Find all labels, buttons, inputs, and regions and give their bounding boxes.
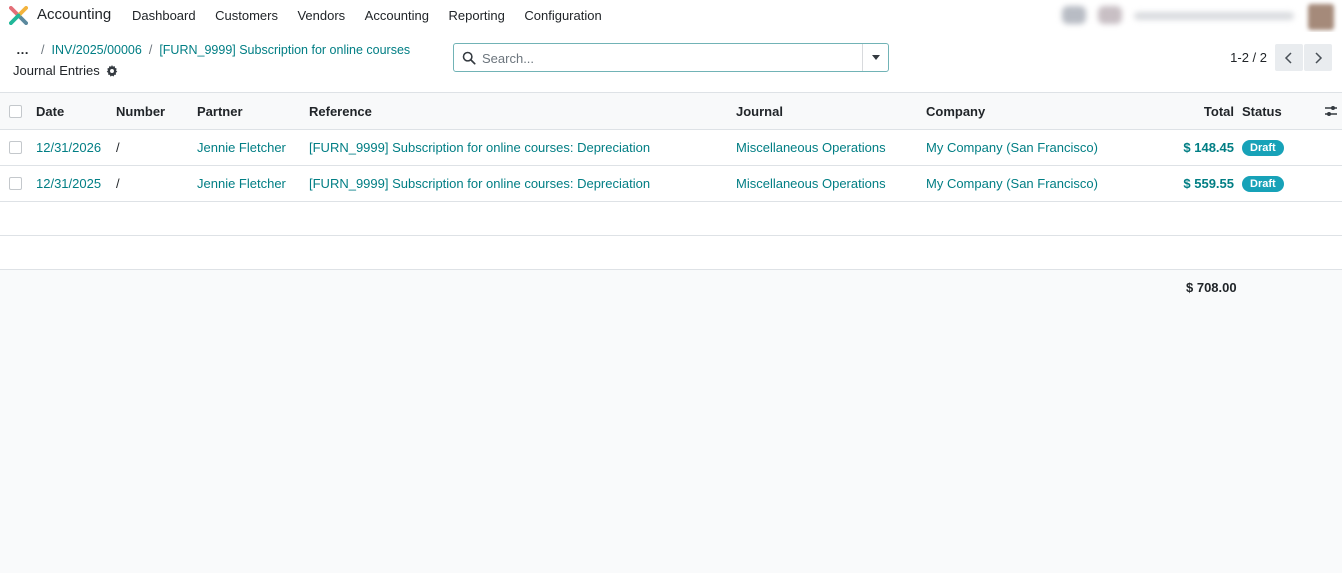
main-menu: Dashboard Customers Vendors Accounting R… bbox=[132, 8, 621, 23]
menu-configuration[interactable]: Configuration bbox=[524, 8, 601, 23]
page-title: Journal Entries bbox=[13, 63, 118, 78]
optional-columns-toggle[interactable] bbox=[1324, 93, 1338, 129]
breadcrumb-separator: / bbox=[41, 43, 45, 57]
breadcrumb-invoice[interactable]: INV/2025/00006 bbox=[51, 43, 141, 57]
menu-dashboard[interactable]: Dashboard bbox=[132, 8, 196, 23]
column-header-status[interactable]: Status bbox=[1242, 93, 1282, 129]
activity-icon[interactable] bbox=[1098, 6, 1122, 24]
row-select-cell bbox=[9, 166, 22, 201]
breadcrumb: … / INV/2025/00006 / [FURN_9999] Subscri… bbox=[16, 43, 417, 57]
empty-row bbox=[0, 202, 1342, 236]
search-icon bbox=[462, 51, 476, 65]
pager-previous-button[interactable] bbox=[1275, 44, 1303, 71]
table-row[interactable]: 12/31/2026 / Jennie Fletcher [FURN_9999]… bbox=[0, 130, 1342, 166]
column-header-number[interactable]: Number bbox=[116, 93, 165, 129]
control-panel: … / INV/2025/00006 / [FURN_9999] Subscri… bbox=[0, 32, 1342, 93]
cell-journal[interactable]: Miscellaneous Operations bbox=[736, 130, 886, 165]
cell-number: / bbox=[116, 176, 120, 191]
caret-down-icon bbox=[871, 55, 880, 60]
select-all-cell bbox=[9, 93, 22, 129]
user-avatar[interactable] bbox=[1308, 4, 1334, 30]
status-badge: Draft bbox=[1242, 139, 1284, 156]
menu-reporting[interactable]: Reporting bbox=[449, 8, 505, 23]
menu-customers[interactable]: Customers bbox=[215, 8, 278, 23]
pager-value[interactable]: 1-2 / 2 bbox=[1230, 50, 1267, 65]
search-bar bbox=[453, 43, 889, 72]
cell-total: $ 559.55 bbox=[1183, 176, 1234, 191]
column-header-reference[interactable]: Reference bbox=[309, 93, 372, 129]
page-title-text: Journal Entries bbox=[13, 63, 100, 78]
search-options-toggle[interactable] bbox=[862, 44, 888, 71]
column-header-total[interactable]: Total bbox=[1204, 93, 1234, 129]
row-select-cell bbox=[9, 130, 22, 165]
cell-journal[interactable]: Miscellaneous Operations bbox=[736, 166, 886, 201]
cell-status: Draft bbox=[1242, 166, 1284, 201]
cell-status: Draft bbox=[1242, 130, 1284, 165]
breadcrumb-asset[interactable]: [FURN_9999] Subscription for online cour… bbox=[159, 43, 410, 57]
row-checkbox[interactable] bbox=[9, 177, 22, 190]
table-header: Date Number Partner Reference Journal Co… bbox=[0, 93, 1342, 130]
cell-reference[interactable]: [FURN_9999] Subscription for online cour… bbox=[309, 130, 650, 165]
systray bbox=[1052, 4, 1342, 30]
column-header-journal[interactable]: Journal bbox=[736, 93, 783, 129]
breadcrumb-more[interactable]: … bbox=[16, 43, 29, 56]
row-checkbox[interactable] bbox=[9, 141, 22, 154]
messaging-icon[interactable] bbox=[1062, 6, 1086, 24]
grand-total: $ 708.00 bbox=[1186, 280, 1237, 295]
sliders-icon bbox=[1325, 106, 1337, 116]
search-input[interactable] bbox=[482, 49, 862, 67]
cell-date[interactable]: 12/31/2026 bbox=[36, 130, 101, 165]
column-header-date[interactable]: Date bbox=[36, 93, 64, 129]
cell-partner[interactable]: Jennie Fletcher bbox=[197, 130, 286, 165]
chevron-left-icon bbox=[1284, 51, 1292, 64]
breadcrumb-separator: / bbox=[148, 43, 153, 57]
gear-icon[interactable] bbox=[106, 64, 118, 77]
cell-number: / bbox=[116, 140, 120, 155]
select-all-checkbox[interactable] bbox=[9, 104, 22, 118]
cell-total: $ 148.45 bbox=[1183, 140, 1234, 155]
empty-row bbox=[0, 236, 1342, 270]
menu-accounting[interactable]: Accounting bbox=[365, 8, 429, 23]
table-row[interactable]: 12/31/2025 / Jennie Fletcher [FURN_9999]… bbox=[0, 166, 1342, 202]
menu-vendors[interactable]: Vendors bbox=[297, 8, 345, 23]
status-badge: Draft bbox=[1242, 175, 1284, 192]
column-header-partner[interactable]: Partner bbox=[197, 93, 243, 129]
table-footer: $ 708.00 bbox=[0, 271, 1342, 305]
cell-company[interactable]: My Company (San Francisco) bbox=[926, 166, 1098, 201]
cell-partner[interactable]: Jennie Fletcher bbox=[197, 166, 286, 201]
cell-reference[interactable]: [FURN_9999] Subscription for online cour… bbox=[309, 166, 650, 201]
pager-next-button[interactable] bbox=[1304, 44, 1332, 71]
journal-entries-table: Date Number Partner Reference Journal Co… bbox=[0, 93, 1342, 270]
column-header-company[interactable]: Company bbox=[926, 93, 985, 129]
cell-company[interactable]: My Company (San Francisco) bbox=[926, 130, 1098, 165]
accounting-app-icon[interactable] bbox=[9, 6, 28, 25]
top-navbar: Accounting Dashboard Customers Vendors A… bbox=[0, 0, 1342, 32]
app-name[interactable]: Accounting bbox=[37, 6, 111, 23]
company-switcher[interactable] bbox=[1134, 12, 1294, 20]
cell-date[interactable]: 12/31/2025 bbox=[36, 166, 101, 201]
chevron-right-icon bbox=[1315, 51, 1323, 64]
